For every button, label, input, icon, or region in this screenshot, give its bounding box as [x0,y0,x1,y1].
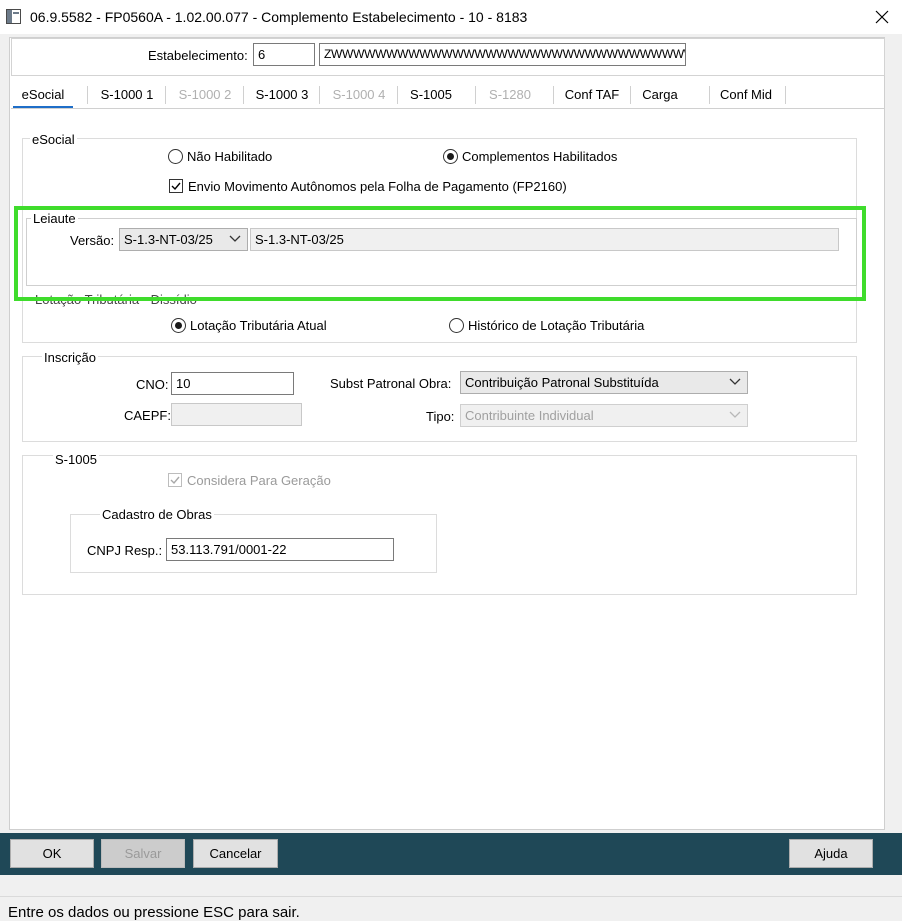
tab-separator [397,86,398,104]
tipo-label: Tipo: [426,409,455,424]
tab-separator [165,86,166,104]
ajuda-button[interactable]: Ajuda [789,839,873,868]
lotacao-group-title: Lotação Tributária - Dissídio [33,292,199,307]
cnpj-resp-input[interactable]: 53.113.791/0001-22 [166,538,394,561]
tab-strip-line [11,108,885,109]
checkmark-icon [170,476,180,485]
chevron-down-icon [729,378,741,385]
check-envio-movimento[interactable] [169,179,183,193]
cadastro-obras-title: Cadastro de Obras [100,507,214,522]
subst-patronal-value: Contribuição Patronal Substituída [465,375,659,390]
tab-separator [553,86,554,104]
tipo-select: Contribuinte Individual [460,404,748,427]
tab-separator [87,86,88,104]
cno-label: CNO: [136,377,169,392]
chevron-down-icon [729,411,741,418]
tab-conf-mid[interactable]: Conf Mid [713,84,779,108]
radio-lotacao-atual[interactable] [171,318,186,333]
tab-separator [243,86,244,104]
radio-complementos-habilitados-label: Complementos Habilitados [462,149,618,164]
app-window-icon [6,9,21,24]
radio-lotacao-atual-label: Lotação Tributária Atual [190,318,327,333]
inscricao-group [22,356,857,442]
close-button[interactable] [862,0,902,34]
tab-s1000-1[interactable]: S-1000 1 [92,84,162,108]
s1005-group-title: S-1005 [53,452,99,467]
caepf-input [171,403,302,426]
radio-complementos-habilitados[interactable] [443,149,458,164]
salvar-button: Salvar [101,839,185,868]
tab-separator [475,86,476,104]
tab-s1000-2[interactable]: S-1000 2 [170,84,240,108]
close-icon [875,10,889,24]
leiaute-group-title: Leiaute [31,211,78,226]
tab-separator [630,86,631,104]
subst-patronal-label: Subst Patronal Obra: [330,376,452,391]
tab-esocial[interactable]: eSocial [13,84,73,108]
esocial-group-title: eSocial [30,132,77,147]
radio-historico-lotacao-label: Histórico de Lotação Tributária [468,318,645,333]
tipo-value: Contribuinte Individual [465,408,594,423]
cno-input[interactable]: 10 [171,372,294,395]
checkmark-icon [171,182,181,191]
tab-s1280[interactable]: S-1280 [480,84,540,108]
caepf-label: CAEPF: [124,408,171,423]
cnpj-resp-label: CNPJ Resp.: [87,543,163,558]
radio-historico-lotacao[interactable] [449,318,464,333]
status-text: Entre os dados ou pressione ESC para sai… [8,904,300,921]
versao-select-value: S-1.3-NT-03/25 [124,232,213,247]
subst-patronal-select[interactable]: Contribuição Patronal Substituída [460,371,748,394]
tab-separator [709,86,710,104]
versao-select[interactable]: S-1.3-NT-03/25 [119,228,248,251]
radio-nao-habilitado[interactable] [168,149,183,164]
tab-s1000-3[interactable]: S-1000 3 [247,84,317,108]
estabelecimento-name-input[interactable]: ZWWWWWWWWWWWWWWWWWWWWWWWWWWWWWWWWWW [319,43,686,66]
check-considera-geracao-label: Considera Para Geração [187,473,331,488]
tab-s1000-4[interactable]: S-1000 4 [324,84,394,108]
tab-conf-taf[interactable]: Conf TAF [558,84,626,108]
window-title: 06.9.5582 - FP0560A - 1.02.00.077 - Comp… [30,9,528,25]
inscricao-group-title: Inscrição [42,350,99,365]
tab-carga[interactable]: Carga [635,84,685,108]
chevron-down-icon [229,235,241,242]
versao-label: Versão: [70,233,115,248]
radio-nao-habilitado-label: Não Habilitado [187,149,273,164]
ok-button[interactable]: OK [10,839,94,868]
tab-s1005[interactable]: S-1005 [400,84,462,108]
versao-description: S-1.3-NT-03/25 [250,228,839,251]
check-envio-movimento-label: Envio Movimento Autônomos pela Folha de … [188,179,567,194]
estabelecimento-label: Estabelecimento: [148,48,248,63]
cancelar-button[interactable]: Cancelar [193,839,278,868]
tab-separator [785,86,786,104]
tab-separator [319,86,320,104]
check-considera-geracao [168,473,182,487]
estabelecimento-code-input[interactable]: 6 [253,43,315,66]
